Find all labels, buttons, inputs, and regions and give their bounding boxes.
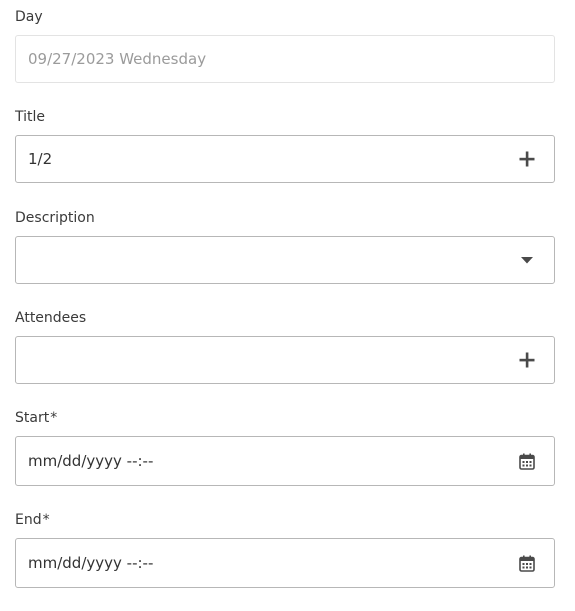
title-field[interactable]: 1/2 <box>15 135 555 183</box>
caret-down-icon[interactable] <box>516 249 538 271</box>
description-select[interactable] <box>15 236 555 284</box>
start-placeholder: mm/dd/yyyy --:-- <box>28 452 154 470</box>
start-label-text: Start <box>15 410 50 426</box>
required-marker: * <box>50 410 58 426</box>
end-placeholder: mm/dd/yyyy --:-- <box>28 554 154 572</box>
end-label-text: End <box>15 512 42 528</box>
plus-icon[interactable] <box>516 148 538 170</box>
plus-icon[interactable] <box>516 349 538 371</box>
attendees-field[interactable] <box>15 336 555 384</box>
calendar-icon[interactable] <box>516 450 538 472</box>
attendees-label: Attendees <box>15 310 87 326</box>
title-value: 1/2 <box>28 150 53 168</box>
calendar-icon[interactable] <box>516 552 538 574</box>
end-datetime-input[interactable]: mm/dd/yyyy --:-- <box>15 538 555 588</box>
start-label: Start* <box>15 410 57 426</box>
title-label: Title <box>15 109 46 125</box>
start-datetime-input[interactable]: mm/dd/yyyy --:-- <box>15 436 555 486</box>
day-label: Day <box>15 9 43 25</box>
required-marker: * <box>42 512 50 528</box>
day-value: 09/27/2023 Wednesday <box>28 50 207 68</box>
description-label: Description <box>15 210 95 226</box>
end-label: End* <box>15 512 50 528</box>
day-field: 09/27/2023 Wednesday <box>15 35 555 83</box>
